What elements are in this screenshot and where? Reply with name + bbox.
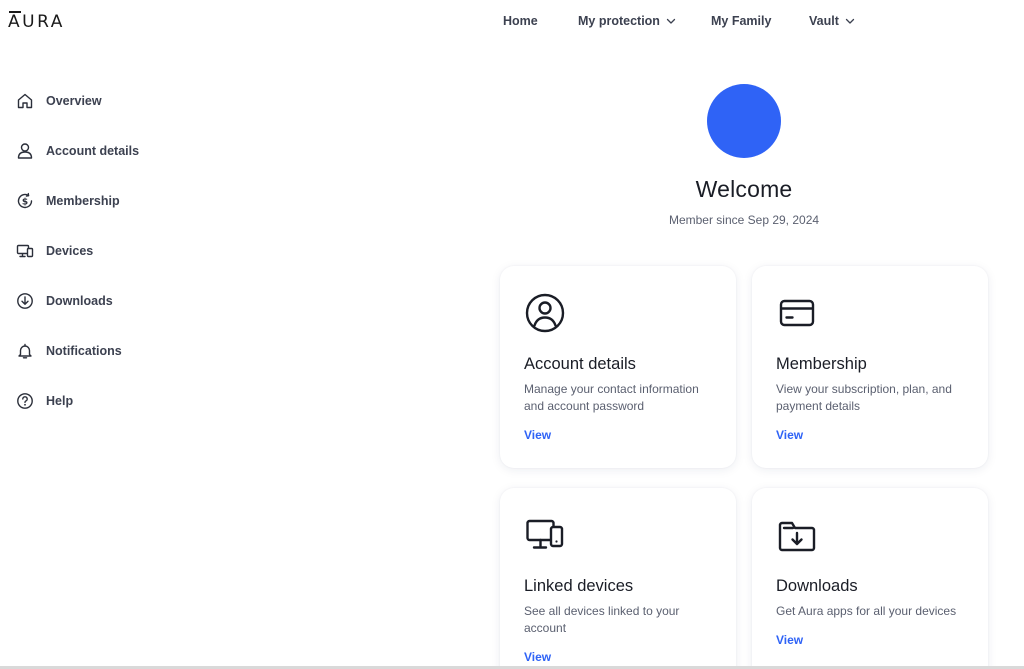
- sidebar-item-devices[interactable]: Devices: [16, 242, 93, 260]
- home-icon: [16, 92, 34, 110]
- card-account-details[interactable]: Account details Manage your contact info…: [500, 266, 736, 468]
- card-linked-devices[interactable]: Linked devices See all devices linked to…: [500, 488, 736, 669]
- sidebar-item-notifications[interactable]: Notifications: [16, 342, 122, 360]
- card-description: View your subscription, plan, and paymen…: [776, 382, 952, 413]
- sidebar-item-label: Devices: [46, 244, 94, 258]
- devices-icon: [16, 242, 34, 260]
- dollar-refresh-icon: $: [16, 192, 34, 210]
- folder-download-icon: [776, 514, 818, 556]
- nav-home[interactable]: Home: [503, 14, 538, 28]
- account-circle-icon: [524, 292, 566, 334]
- card-downloads[interactable]: Downloads Get Aura apps for all your dev…: [752, 488, 988, 669]
- card-description: Manage your contact information and acco…: [524, 382, 699, 413]
- devices-icon: [524, 514, 566, 556]
- svg-text:$: $: [22, 197, 28, 207]
- help-icon: [16, 392, 34, 410]
- nav-my-family[interactable]: My Family: [711, 14, 771, 28]
- sidebar-item-label: Downloads: [46, 294, 113, 308]
- view-link[interactable]: View: [776, 633, 803, 647]
- chevron-down-icon: [845, 18, 855, 24]
- view-link[interactable]: View: [524, 650, 551, 664]
- card-title: Linked devices: [524, 577, 634, 595]
- member-since-text: Member since Sep 29, 2024: [668, 213, 820, 227]
- card-membership[interactable]: Membership View your subscription, plan,…: [752, 266, 988, 468]
- card-title: Account details: [524, 355, 636, 373]
- sidebar-item-label: Notifications: [46, 344, 122, 358]
- person-icon: [16, 142, 34, 160]
- top-navigation: Home My protection My Family Vault: [0, 0, 1024, 44]
- sidebar-item-account-details[interactable]: Account details: [16, 142, 139, 160]
- card-description: Get Aura apps for all your devices: [776, 604, 957, 618]
- card-description: See all devices linked to your account: [524, 604, 680, 635]
- welcome-heading: Welcome: [695, 176, 793, 202]
- nav-my-family-label: My Family: [711, 14, 772, 28]
- page: AURA Home My protection My Family Vault …: [0, 0, 1024, 669]
- sidebar-item-help[interactable]: Help: [16, 392, 73, 410]
- bell-icon: [16, 342, 34, 360]
- nav-vault-label: Vault: [809, 14, 839, 28]
- nav-home-label: Home: [503, 14, 538, 28]
- view-link[interactable]: View: [524, 428, 551, 442]
- view-link[interactable]: View: [776, 428, 803, 442]
- sidebar-item-label: Overview: [46, 94, 102, 108]
- download-icon: [16, 292, 34, 310]
- avatar[interactable]: [707, 84, 781, 158]
- sidebar-item-membership[interactable]: $ Membership: [16, 192, 120, 210]
- nav-vault[interactable]: Vault: [809, 14, 855, 28]
- chevron-down-icon: [666, 18, 676, 24]
- sidebar-item-label: Account details: [46, 144, 140, 158]
- sidebar-item-label: Help: [46, 394, 74, 408]
- nav-my-protection-label: My protection: [578, 14, 660, 28]
- sidebar-item-overview[interactable]: Overview: [16, 92, 102, 110]
- credit-card-icon: [776, 292, 818, 334]
- sidebar-item-label: Membership: [46, 194, 120, 208]
- card-title: Downloads: [776, 577, 858, 595]
- card-title: Membership: [776, 355, 867, 373]
- sidebar-item-downloads[interactable]: Downloads: [16, 292, 113, 310]
- nav-my-protection[interactable]: My protection: [578, 14, 676, 28]
